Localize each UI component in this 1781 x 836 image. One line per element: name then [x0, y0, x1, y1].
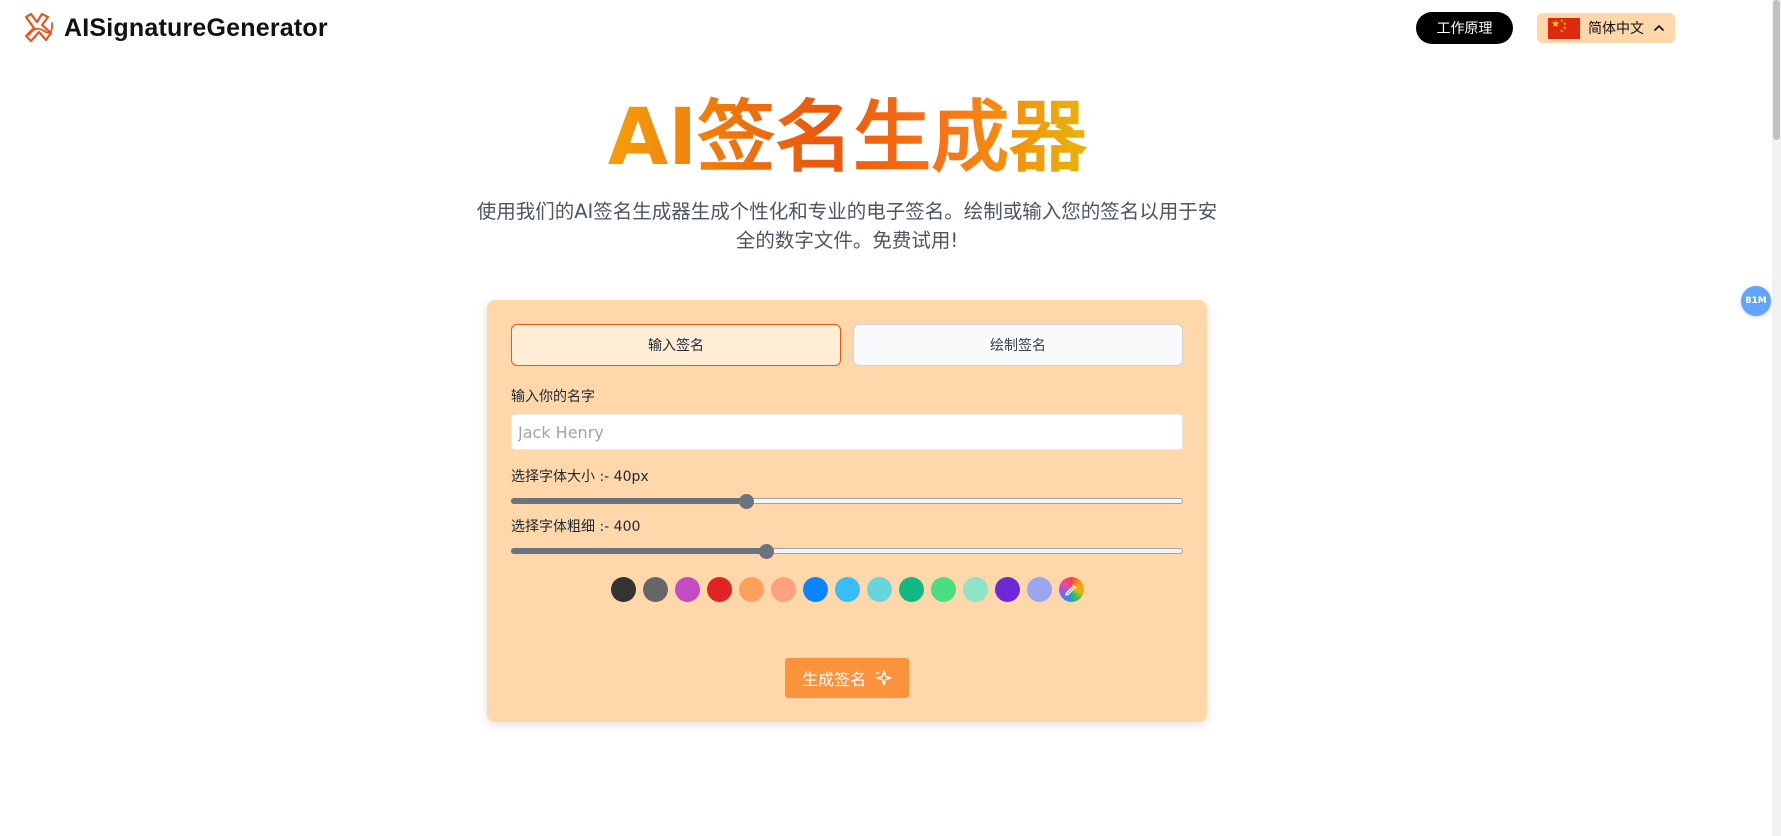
signature-logo-icon [24, 12, 53, 43]
page-subtitle: 使用我们的AI签名生成器生成个性化和专业的电子签名。绘制或输入您的签名以用于安全… [476, 200, 1218, 252]
font-weight-slider[interactable] [511, 544, 1183, 559]
brand-name: AISignatureGenerator [64, 13, 328, 42]
color-swatch-10[interactable] [898, 577, 924, 602]
page-scrollbar[interactable] [1772, 0, 1781, 836]
color-swatch-7[interactable] [802, 577, 828, 602]
color-swatch-4[interactable] [706, 577, 732, 602]
how-it-works-button[interactable]: 工作原理 [1416, 12, 1513, 44]
color-swatch-3[interactable] [674, 577, 700, 602]
color-swatches [487, 577, 1207, 603]
font-size-slider-fill [511, 498, 746, 504]
eyedropper-icon [1065, 584, 1077, 596]
font-size-slider[interactable] [511, 494, 1183, 509]
tab-type-signature[interactable]: 输入签名 [511, 324, 841, 366]
name-input[interactable] [511, 414, 1183, 450]
custom-color-picker[interactable] [1058, 577, 1084, 602]
color-swatch-8[interactable] [834, 577, 860, 602]
language-selector[interactable]: ★ ★ ★ ★ ★ 简体中文 [1537, 13, 1675, 43]
color-swatch-6[interactable] [770, 577, 796, 602]
signature-card: 输入签名 绘制签名 输入你的名字 选择字体大小 :- 40px 选择字体粗细 :… [487, 300, 1207, 722]
color-swatch-2[interactable] [642, 577, 668, 602]
generate-signature-button[interactable]: 生成签名 [785, 658, 909, 698]
logo[interactable]: AISignatureGenerator [22, 12, 328, 44]
color-swatch-14[interactable] [1026, 577, 1052, 602]
color-swatch-12[interactable] [962, 577, 988, 602]
font-size-slider-thumb[interactable] [739, 494, 754, 509]
generate-label: 生成签名 [801, 670, 866, 689]
site-header: AISignatureGenerator 工作原理 ★ ★ ★ ★ ★ 简体中文 [0, 0, 1781, 56]
name-label: 输入你的名字 [511, 389, 595, 405]
font-weight-slider-thumb[interactable] [759, 544, 774, 559]
font-size-label: 选择字体大小 :- 40px [511, 469, 649, 485]
scrollbar-thumb[interactable] [1773, 0, 1780, 140]
color-swatch-11[interactable] [930, 577, 956, 602]
font-weight-label: 选择字体粗细 :- 400 [511, 519, 641, 535]
color-swatch-1[interactable] [610, 577, 636, 602]
floating-badge[interactable]: 81M [1741, 286, 1771, 316]
tab-draw-signature[interactable]: 绘制签名 [853, 324, 1183, 366]
font-weight-slider-fill [511, 548, 766, 554]
page-title: AI签名生成器 [607, 93, 1088, 183]
color-swatch-5[interactable] [738, 577, 764, 602]
sparkle-icon [875, 670, 892, 686]
color-swatch-9[interactable] [866, 577, 892, 602]
china-flag-icon: ★ ★ ★ ★ ★ [1548, 17, 1580, 39]
color-swatch-13[interactable] [994, 577, 1020, 602]
language-label: 简体中文 [1588, 21, 1644, 37]
chevron-up-icon [1654, 25, 1664, 31]
